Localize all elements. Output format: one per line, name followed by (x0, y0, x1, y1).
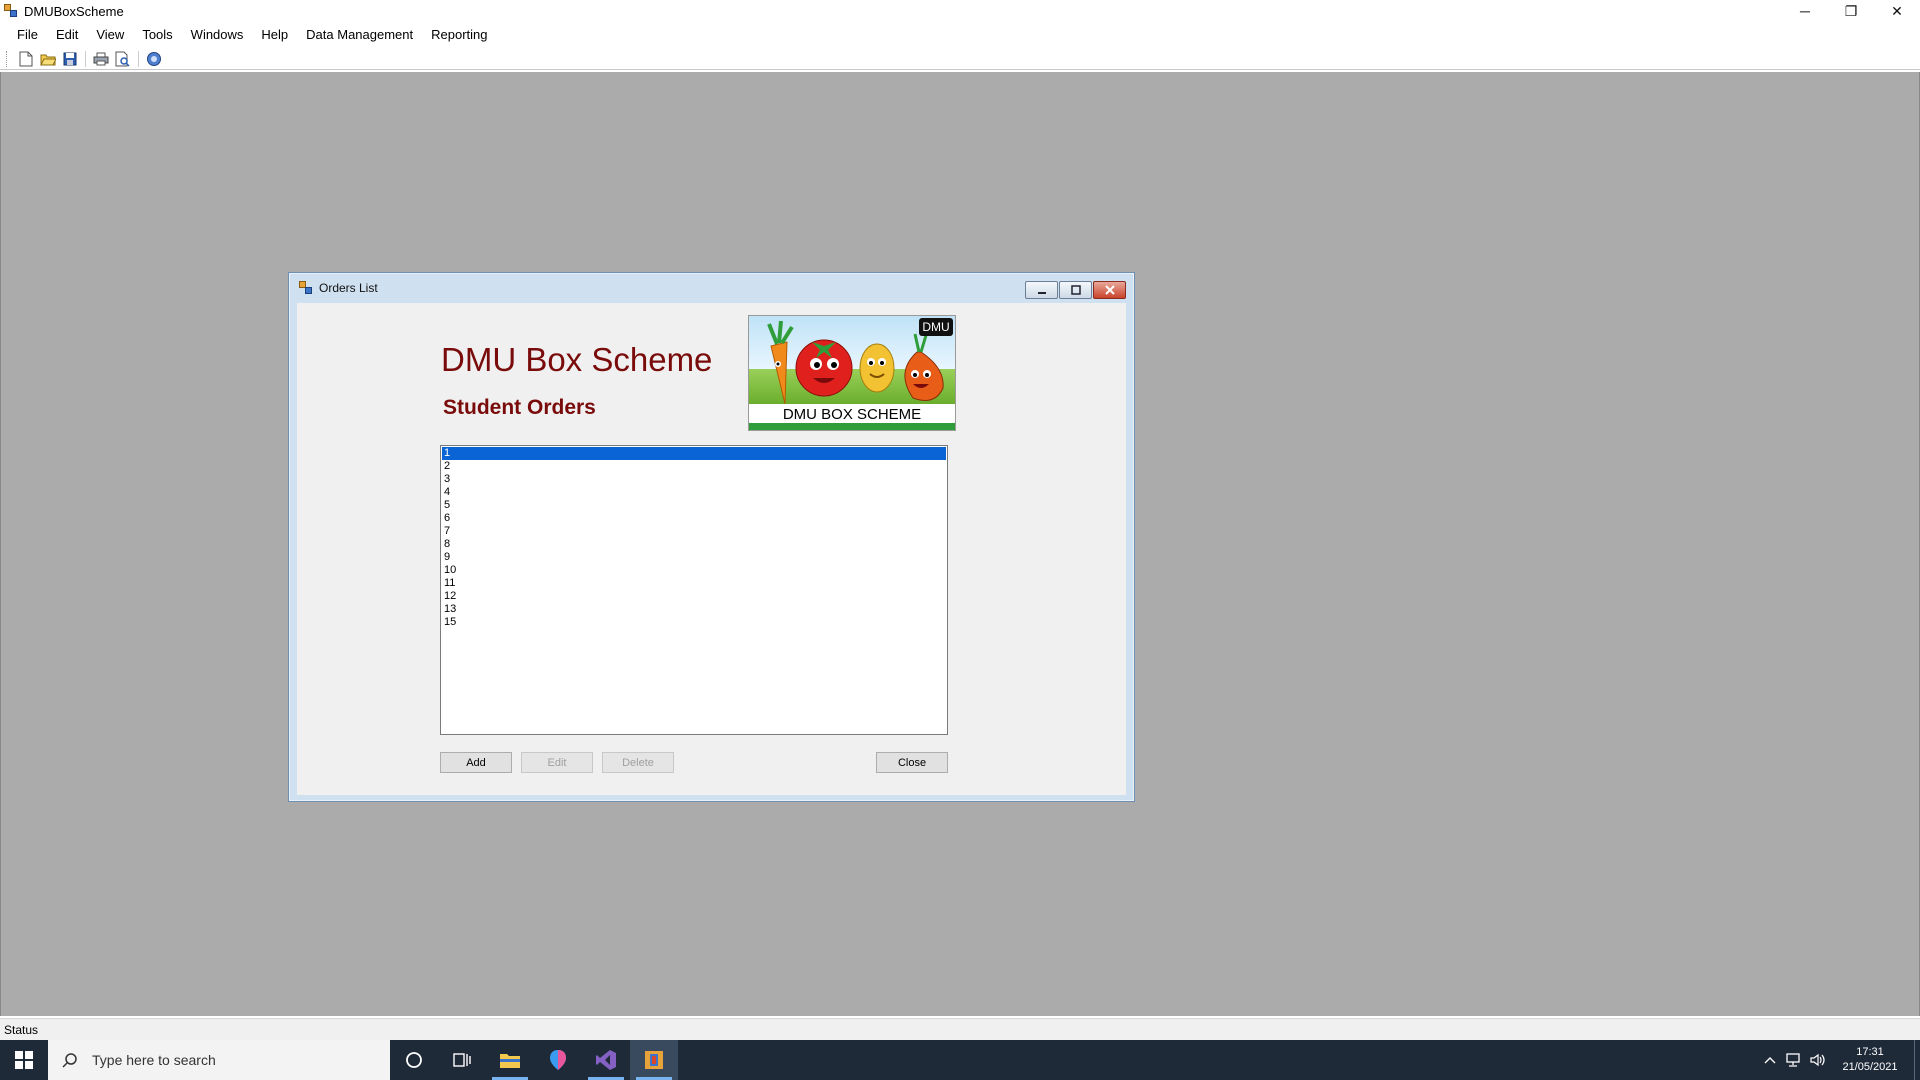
toolbar (0, 48, 1920, 70)
list-item[interactable]: 9 (442, 551, 946, 564)
network-button[interactable] (1782, 1040, 1806, 1080)
volume-icon (1810, 1053, 1825, 1067)
minimize-icon (1037, 292, 1046, 294)
taskbar-dmuboxscheme[interactable] (630, 1040, 678, 1080)
app-taskbar-icon (645, 1051, 663, 1069)
open-icon[interactable] (37, 49, 59, 69)
maximize-icon (1070, 285, 1081, 295)
task-view-icon (453, 1053, 471, 1067)
menubar: File Edit View Tools Windows Help Data M… (0, 24, 1920, 46)
child-titlebar[interactable]: Orders List (289, 273, 1134, 303)
orders-list-client: DMU Box Scheme Student Orders DMU DMU BO… (297, 303, 1126, 795)
logo-text: DMU BOX SCHEME (749, 404, 955, 424)
menu-windows[interactable]: Windows (182, 24, 253, 46)
show-hidden-icons-button[interactable] (1758, 1040, 1782, 1080)
list-item[interactable]: 12 (442, 590, 946, 603)
toolbar-separator (85, 50, 86, 67)
menu-edit[interactable]: Edit (47, 24, 87, 46)
search-placeholder: Type here to search (92, 1052, 216, 1068)
orders-listbox[interactable]: 1 2 3 4 5 6 7 8 9 10 11 12 13 15 (440, 445, 948, 735)
visual-studio-icon (596, 1050, 616, 1070)
taskbar-maps[interactable] (534, 1040, 582, 1080)
taskbar-file-explorer[interactable] (486, 1040, 534, 1080)
clock-date: 21/05/2021 (1842, 1061, 1898, 1073)
logo-badge: DMU (919, 318, 953, 336)
list-item[interactable]: 1 (442, 447, 946, 460)
print-preview-icon[interactable] (112, 49, 134, 69)
cortana-icon (406, 1052, 422, 1068)
menu-help[interactable]: Help (252, 24, 297, 46)
list-item[interactable]: 10 (442, 564, 946, 577)
child-minimize-button[interactable] (1025, 281, 1058, 299)
list-item[interactable]: 2 (442, 460, 946, 473)
list-item[interactable]: 7 (442, 525, 946, 538)
file-explorer-icon (500, 1054, 520, 1068)
list-item[interactable]: 3 (442, 473, 946, 486)
network-icon (1786, 1053, 1800, 1067)
list-item[interactable]: 6 (442, 512, 946, 525)
close-form-button[interactable]: Close (876, 752, 948, 773)
orders-list-window: Orders List DMU Box Scheme Student Order… (288, 272, 1135, 802)
child-window-controls (1024, 281, 1126, 299)
print-icon[interactable] (90, 49, 112, 69)
list-item[interactable]: 15 (442, 616, 946, 629)
menu-view[interactable]: View (87, 24, 133, 46)
taskbar-clock[interactable]: 17:31 21/05/2021 (1830, 1045, 1910, 1075)
toolbar-separator (138, 50, 139, 67)
taskbar-visual-studio[interactable] (582, 1040, 630, 1080)
app-title: DMUBoxScheme (24, 3, 124, 19)
app-titlebar: DMUBoxScheme ─ ❐ ✕ (0, 0, 1920, 22)
delete-button[interactable]: Delete (602, 752, 674, 773)
clock-time: 17:31 (1856, 1046, 1884, 1058)
taskbar: Type here to search 17:31 21/05/2021 (0, 1040, 1920, 1080)
save-icon[interactable] (59, 49, 81, 69)
app-icon (4, 4, 18, 18)
add-button[interactable]: Add (440, 752, 512, 773)
brand-title: DMU Box Scheme (441, 341, 713, 378)
menu-reporting[interactable]: Reporting (422, 24, 496, 46)
child-window-title: Orders List (319, 281, 378, 295)
toolbar-grip[interactable] (6, 50, 9, 67)
list-item[interactable]: 11 (442, 577, 946, 590)
window-controls: ─ ❐ ✕ (1782, 0, 1920, 22)
volume-button[interactable] (1806, 1040, 1830, 1080)
close-icon (1104, 285, 1115, 295)
window-icon (299, 281, 313, 295)
menu-file[interactable]: File (8, 24, 47, 46)
windows-logo-icon (15, 1051, 33, 1069)
search-icon (62, 1053, 77, 1068)
task-view-button[interactable] (438, 1040, 486, 1080)
menu-data-management[interactable]: Data Management (297, 24, 422, 46)
chevron-up-icon (1764, 1057, 1776, 1064)
list-item[interactable]: 13 (442, 603, 946, 616)
logo-stripe (749, 423, 955, 430)
list-item[interactable]: 5 (442, 499, 946, 512)
dmu-box-scheme-logo: DMU DMU BOX SCHEME (748, 315, 956, 431)
child-maximize-button[interactable] (1059, 281, 1092, 299)
restore-button[interactable]: ❐ (1828, 0, 1874, 22)
minimize-button[interactable]: ─ (1782, 0, 1828, 22)
help-icon[interactable] (143, 49, 165, 69)
new-icon[interactable] (15, 49, 37, 69)
edit-button[interactable]: Edit (521, 752, 593, 773)
page-subtitle: Student Orders (443, 396, 596, 419)
status-text: Status (4, 1022, 39, 1037)
close-button[interactable]: ✕ (1874, 0, 1920, 22)
maps-pin-icon (550, 1050, 566, 1070)
child-close-button[interactable] (1093, 281, 1126, 299)
statusbar: Status (0, 1018, 1920, 1040)
list-item[interactable]: 4 (442, 486, 946, 499)
system-tray: 17:31 21/05/2021 (1758, 1040, 1920, 1080)
mdi-workspace: Orders List DMU Box Scheme Student Order… (0, 72, 1920, 1016)
show-desktop-button[interactable] (1914, 1040, 1920, 1080)
start-button[interactable] (0, 1040, 48, 1080)
list-item[interactable]: 8 (442, 538, 946, 551)
menu-tools[interactable]: Tools (133, 24, 181, 46)
cortana-button[interactable] (390, 1040, 438, 1080)
taskbar-search-box[interactable]: Type here to search (48, 1040, 390, 1080)
